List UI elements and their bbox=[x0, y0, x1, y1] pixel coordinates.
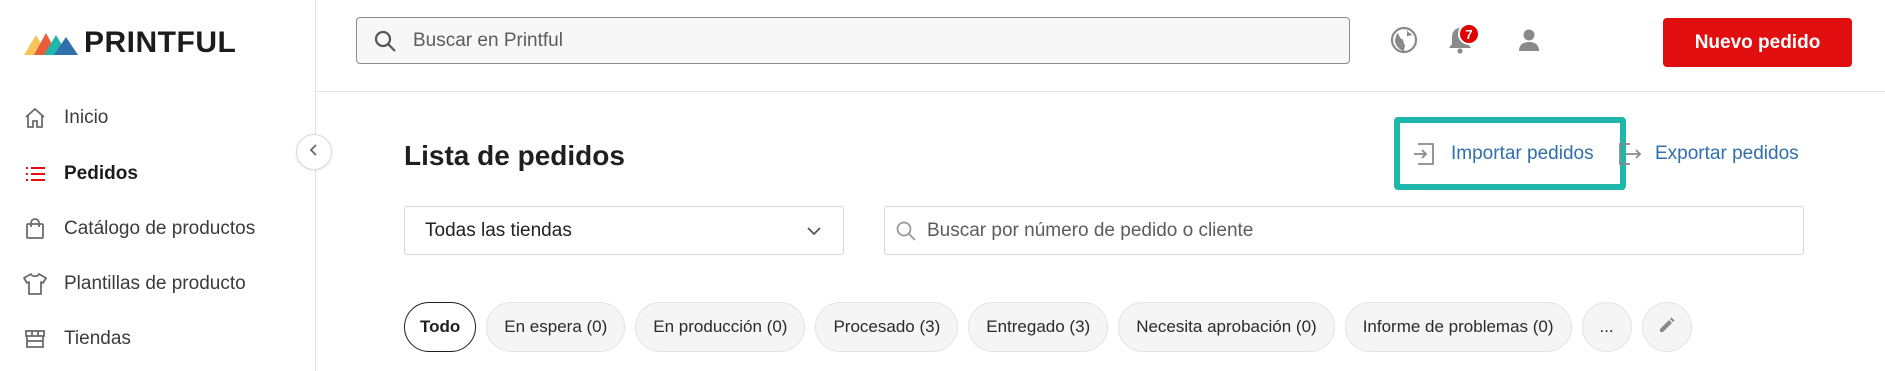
shopping-bag-icon bbox=[22, 216, 48, 242]
globe-icon bbox=[1390, 26, 1418, 59]
sidebar-item-label: Pedidos bbox=[64, 163, 138, 184]
printful-logo[interactable]: PRINTFUL bbox=[24, 26, 236, 60]
tab-procesado[interactable]: Procesado (3) bbox=[815, 302, 959, 352]
tab-necesita-aprobacion[interactable]: Necesita aprobación (0) bbox=[1118, 302, 1335, 352]
more-tabs-button[interactable]: ... bbox=[1581, 302, 1632, 352]
global-search-input[interactable] bbox=[411, 28, 1315, 53]
list-icon bbox=[22, 161, 48, 187]
sidebar-item-plantillas[interactable]: Plantillas de producto bbox=[22, 264, 246, 304]
language-button[interactable] bbox=[1388, 26, 1420, 58]
store-filter-select[interactable]: Todas las tiendas bbox=[404, 206, 844, 255]
sidebar-item-label: Catálogo de productos bbox=[64, 218, 256, 239]
chevron-left-icon bbox=[307, 143, 321, 162]
tab-informe-de-problemas[interactable]: Informe de problemas (0) bbox=[1344, 302, 1572, 352]
tshirt-icon bbox=[22, 271, 48, 297]
sidebar-collapse-button[interactable] bbox=[296, 134, 332, 170]
import-orders-link[interactable]: Importar pedidos bbox=[1411, 140, 1594, 168]
export-icon bbox=[1615, 140, 1643, 168]
export-orders-label: Exportar pedidos bbox=[1655, 143, 1799, 164]
sidebar-item-label: Tiendas bbox=[64, 328, 131, 349]
edit-tabs-button[interactable] bbox=[1641, 302, 1692, 352]
sidebar-item-catalogo[interactable]: Catálogo de productos bbox=[22, 209, 255, 249]
home-icon bbox=[22, 105, 48, 131]
tab-entregado[interactable]: Entregado (3) bbox=[968, 302, 1109, 352]
sidebar-item-inicio[interactable]: Inicio bbox=[22, 98, 108, 138]
new-order-button[interactable]: Nuevo pedido bbox=[1663, 18, 1852, 67]
tab-todo[interactable]: Todo bbox=[404, 302, 477, 352]
global-search[interactable] bbox=[356, 17, 1350, 64]
order-search[interactable] bbox=[884, 206, 1804, 255]
store-filter-value: Todas las tiendas bbox=[425, 219, 572, 241]
sidebar-item-tiendas[interactable]: Tiendas bbox=[22, 319, 131, 359]
store-icon bbox=[22, 326, 48, 352]
notifications-button[interactable]: 7 bbox=[1444, 23, 1480, 58]
import-icon bbox=[1411, 140, 1439, 168]
search-icon bbox=[373, 28, 399, 54]
top-header: 7 Nuevo pedido bbox=[316, 0, 1885, 92]
order-status-tabs: Todo En espera (0) En producción (0) Pro… bbox=[404, 302, 1692, 352]
brand-name: PRINTFUL bbox=[84, 26, 237, 59]
sidebar-item-label: Plantillas de producto bbox=[64, 273, 246, 294]
account-button[interactable] bbox=[1513, 26, 1545, 58]
page-title: Lista de pedidos bbox=[404, 140, 625, 171]
search-icon bbox=[895, 219, 919, 243]
printful-logo-mark bbox=[24, 33, 78, 55]
import-orders-label: Importar pedidos bbox=[1451, 143, 1594, 164]
order-search-input[interactable] bbox=[925, 218, 1789, 243]
tab-en-espera[interactable]: En espera (0) bbox=[486, 302, 626, 352]
user-icon bbox=[1516, 27, 1542, 58]
chevron-down-icon bbox=[807, 226, 821, 236]
pencil-icon bbox=[1658, 316, 1676, 339]
export-orders-link[interactable]: Exportar pedidos bbox=[1615, 140, 1799, 168]
notifications-badge: 7 bbox=[1458, 23, 1480, 45]
tab-en-produccion[interactable]: En producción (0) bbox=[635, 302, 806, 352]
sidebar-item-pedidos[interactable]: Pedidos bbox=[22, 154, 138, 194]
sidebar: PRINTFUL Inicio Pedidos Catálogo de prod… bbox=[0, 0, 316, 371]
sidebar-item-label: Inicio bbox=[64, 107, 109, 128]
